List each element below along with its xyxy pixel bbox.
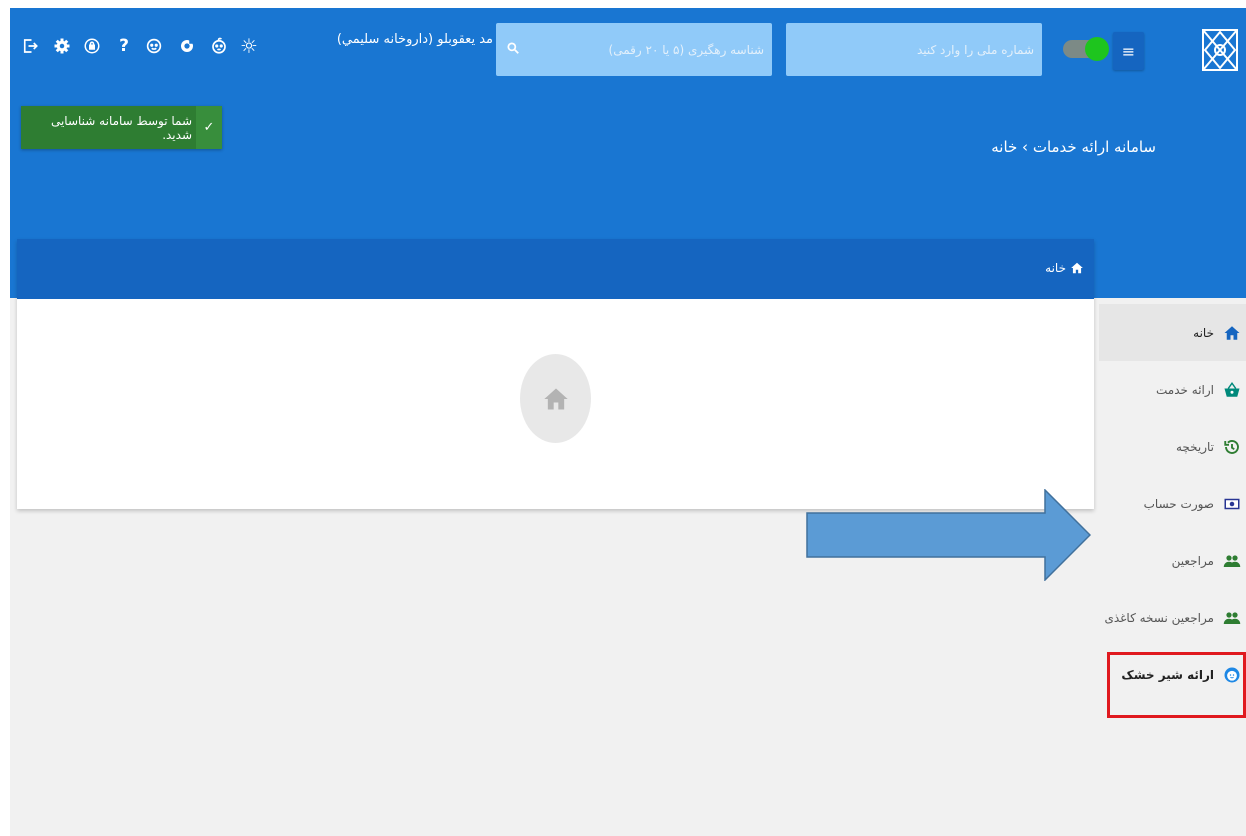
- refresh-icon[interactable]: [177, 36, 197, 56]
- tracking-search-box: [496, 23, 772, 76]
- sidebar-item-label: صورت حساب: [1143, 496, 1214, 511]
- success-toast: شما توسط سامانه شناسایی شدید. ✓: [21, 106, 222, 149]
- sidebar-item-label: مراجعین: [1171, 553, 1214, 568]
- home-icon: [543, 388, 568, 409]
- security-icon[interactable]: [82, 36, 102, 56]
- sidebar-item-service[interactable]: ارائه خدمت: [1099, 361, 1246, 418]
- home-card: خانه: [17, 239, 1094, 509]
- check-icon: ✓: [196, 106, 222, 149]
- card-title: خانه: [1045, 261, 1084, 275]
- home-placeholder: [520, 354, 591, 443]
- sidebar-item-home[interactable]: خانه: [1099, 304, 1246, 361]
- tracking-id-input[interactable]: [516, 23, 768, 76]
- theme-toggle[interactable]: [1063, 37, 1109, 61]
- baby-face-icon: [1222, 665, 1242, 685]
- card-title-label: خانه: [1045, 261, 1066, 275]
- baby-face-icon[interactable]: [209, 36, 229, 56]
- user-name: مد يعقوبلو (داروخانه سليمي): [336, 32, 493, 47]
- home-icon: [1071, 262, 1083, 274]
- annotation-arrow: [806, 489, 1091, 581]
- app-logo: [1202, 29, 1238, 71]
- national-id-box: [786, 23, 1042, 76]
- sidebar-item-clients[interactable]: مراجعین: [1099, 532, 1246, 589]
- toast-message: شما توسط سامانه شناسایی شدید.: [50, 113, 192, 142]
- people-icon: [1222, 551, 1242, 571]
- lightbulb-icon[interactable]: ☼: [239, 36, 259, 56]
- logout-icon[interactable]: [20, 36, 40, 56]
- sidebar-item-paper-clients[interactable]: مراجعین نسخه کاغذی: [1099, 589, 1246, 646]
- sidebar-item-formula[interactable]: ارائه شیر خشک: [1099, 646, 1246, 703]
- breadcrumb: سامانه ارائه خدمات › خانه: [991, 138, 1156, 156]
- sidebar-item-label: خانه: [1193, 325, 1214, 340]
- settings-icon[interactable]: [52, 36, 72, 56]
- sidebar-item-label: ارائه خدمت: [1156, 382, 1214, 397]
- sidebar-item-label: تاریخچه: [1175, 439, 1214, 454]
- bill-icon: [1222, 494, 1242, 514]
- help-icon[interactable]: ?: [114, 36, 134, 56]
- sidebar-item-history[interactable]: تاریخچه: [1099, 418, 1246, 475]
- home-icon: [1222, 323, 1242, 343]
- toggle-knob: [1085, 37, 1109, 61]
- history-icon: [1222, 437, 1242, 457]
- card-header: خانه: [17, 239, 1094, 299]
- basket-icon: [1222, 380, 1242, 400]
- left-edge: [0, 8, 10, 836]
- people-icon: [1222, 608, 1242, 628]
- sidebar-nav: خانه ارائه خدمت تاریخچه صورت حساب مراجعی…: [1099, 304, 1246, 703]
- menu-button[interactable]: ≡: [1113, 32, 1144, 70]
- sidebar-item-label: ارائه شیر خشک: [1121, 667, 1214, 682]
- national-id-input[interactable]: [786, 23, 1042, 76]
- child-icon[interactable]: [144, 36, 164, 56]
- top-strip: [0, 0, 1246, 8]
- sidebar-item-bill[interactable]: صورت حساب: [1099, 475, 1246, 532]
- sidebar-item-label: مراجعین نسخه کاغذی: [1104, 610, 1214, 625]
